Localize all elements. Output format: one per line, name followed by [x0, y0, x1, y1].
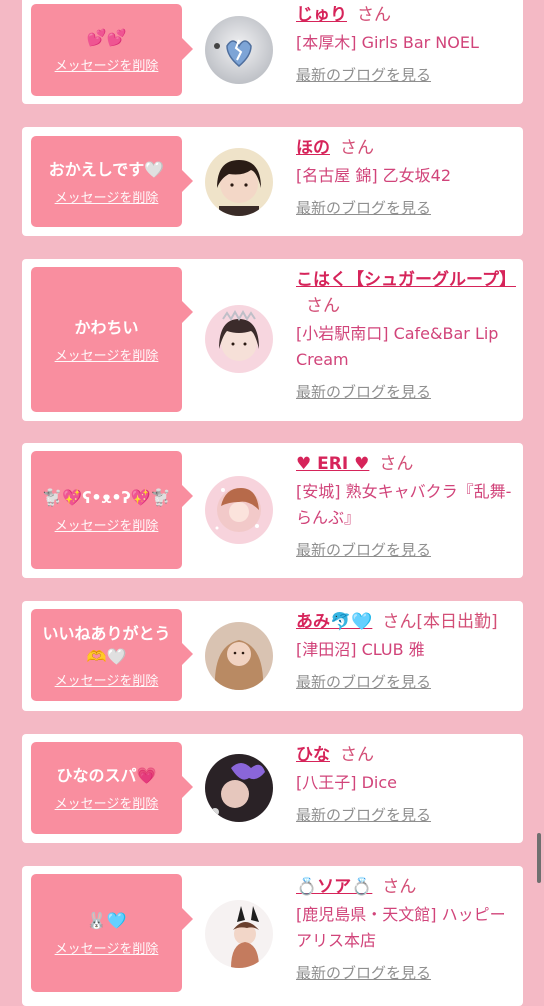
message-card: 💕💕 メッセージを削除 じゅり さん [本厚木] Girls Bar NOEL 最… [22, 0, 523, 104]
latest-blog-link[interactable]: 最新のブログを見る [296, 381, 431, 402]
cast-name-link[interactable]: ♥ ERI ♥ [296, 454, 369, 474]
latest-blog-link[interactable]: 最新のブログを見る [296, 962, 431, 983]
honorific: さん [306, 296, 340, 316]
message-card: 🐰🩵 メッセージを削除 💍ソア💍 さん [鹿児島県・天文館] ハッピーアリス本店 … [22, 866, 523, 1006]
cast-name-link[interactable]: ほの [296, 138, 330, 158]
message-text: 🐰🩵 [86, 911, 127, 930]
honorific: さん [340, 138, 374, 158]
avatar[interactable] [205, 148, 273, 216]
honorific: さん [382, 612, 417, 632]
honorific: さん [357, 5, 391, 25]
message-bubble: 💕💕 メッセージを削除 [31, 4, 193, 96]
message-card: 🐩💖ʕ•ᴥ•ʔ💖🐩 メッセージを削除 ♥ ERI ♥ さん [安城] 熟女キャバク… [22, 443, 523, 578]
cast-name-line: こはく【シュガーグループ】さん [296, 267, 518, 319]
message-text: おかえしです🤍 [48, 159, 165, 179]
avatar[interactable] [205, 16, 273, 84]
latest-blog-link[interactable]: 最新のブログを見る [296, 197, 431, 218]
received-messages-list: 💕💕 メッセージを削除 じゅり さん [本厚木] Girls Bar NOEL 最… [0, 0, 544, 1006]
delete-message-link[interactable]: メッセージを削除 [55, 345, 159, 364]
avatar[interactable] [205, 305, 273, 373]
message-bubble: ひなのスパ💗 メッセージを削除 [31, 742, 193, 834]
message-bubble: おかえしです🤍 メッセージを削除 [31, 136, 193, 227]
latest-blog-link[interactable]: 最新のブログを見る [296, 64, 431, 85]
cast-info: じゅり さん [本厚木] Girls Bar NOEL 最新のブログを見る [296, 2, 518, 85]
cast-info: 💍ソア💍 さん [鹿児島県・天文館] ハッピーアリス本店 最新のブログを見る [296, 874, 518, 983]
delete-message-link[interactable]: メッセージを削除 [55, 670, 159, 689]
message-bubble: 🐰🩵 メッセージを削除 [31, 874, 193, 992]
delete-message-link[interactable]: メッセージを削除 [55, 793, 159, 812]
shop-name: [本厚木] Girls Bar NOEL [296, 33, 479, 52]
delete-message-link[interactable]: メッセージを削除 [55, 55, 159, 74]
cast-name-line: ♥ ERI ♥ さん [296, 451, 518, 477]
message-card: おかえしです🤍 メッセージを削除 ほの さん [名古屋 錦] 乙女坂42 最新のブ… [22, 127, 523, 236]
cast-info: ♥ ERI ♥ さん [安城] 熟女キャバクラ『乱舞-らんぶ』 最新のブログを見る [296, 451, 518, 560]
shop-name: [小岩駅南口] Cafe&Bar Lip Cream [296, 324, 499, 369]
message-text: いいねありがとう🫶🤍 [42, 623, 171, 666]
delete-message-link[interactable]: メッセージを削除 [55, 515, 159, 534]
message-card: ひなのスパ💗 メッセージを削除 ひな さん [八王子] Dice 最新のブログを見… [22, 734, 523, 843]
cast-name-link[interactable]: ひな [296, 745, 330, 765]
avatar[interactable] [205, 900, 273, 968]
honorific: さん [382, 877, 417, 897]
delete-message-link[interactable]: メッセージを削除 [55, 938, 159, 957]
message-text: ひなのスパ💗 [56, 766, 157, 785]
message-text: 💕💕 [86, 28, 127, 47]
message-card: かわちい メッセージを削除 こはく【シュガーグループ】さん [小岩駅南口] Ca… [22, 259, 523, 421]
message-bubble: いいねありがとう🫶🤍 メッセージを削除 [31, 609, 193, 701]
message-bubble: 🐩💖ʕ•ᴥ•ʔ💖🐩 メッセージを削除 [31, 451, 193, 569]
message-card: いいねありがとう🫶🤍 メッセージを削除 あみ🐬🩵 さん[本日出勤] [津田沼] C… [22, 601, 523, 711]
cast-name-line: あみ🐬🩵 さん[本日出勤] [296, 609, 518, 635]
cast-name-line: ひな さん [296, 742, 518, 768]
cast-name-link[interactable]: じゅり [296, 5, 347, 25]
cast-name-link[interactable]: あみ🐬🩵 [296, 612, 372, 632]
cast-name-link[interactable]: 💍ソア💍 [296, 877, 372, 897]
delete-message-link[interactable]: メッセージを削除 [55, 187, 159, 206]
shop-name: [八王子] Dice [296, 773, 397, 792]
avatar[interactable] [205, 754, 273, 822]
cast-name-line: ほの さん [296, 135, 518, 161]
shop-name: [名古屋 錦] 乙女坂42 [296, 166, 452, 185]
cast-name-line: じゅり さん [296, 2, 518, 28]
cast-info: ひな さん [八王子] Dice 最新のブログを見る [296, 742, 518, 825]
latest-blog-link[interactable]: 最新のブログを見る [296, 671, 431, 692]
cast-name-link[interactable]: こはく【シュガーグループ】 [296, 270, 516, 290]
cast-name-line: 💍ソア💍 さん [296, 874, 518, 900]
cast-info: こはく【シュガーグループ】さん [小岩駅南口] Cafe&Bar Lip Cre… [296, 267, 518, 402]
honorific: さん [379, 454, 414, 474]
latest-blog-link[interactable]: 最新のブログを見る [296, 804, 431, 825]
message-text: かわちい [74, 317, 139, 337]
avatar[interactable] [205, 622, 273, 690]
scrollbar[interactable] [537, 833, 541, 883]
shop-name: [安城] 熟女キャバクラ『乱舞-らんぶ』 [296, 482, 512, 527]
cast-info: あみ🐬🩵 さん[本日出勤] [津田沼] CLUB 雅 最新のブログを見る [296, 609, 518, 692]
shop-name: [鹿児島県・天文館] ハッピーアリス本店 [296, 905, 506, 950]
cast-info: ほの さん [名古屋 錦] 乙女坂42 最新のブログを見る [296, 135, 518, 218]
message-text: 🐩💖ʕ•ᴥ•ʔ💖🐩 [42, 488, 171, 507]
message-bubble: かわちい メッセージを削除 [31, 267, 193, 412]
attendance-status: [本日出勤] [416, 612, 498, 632]
latest-blog-link[interactable]: 最新のブログを見る [296, 539, 431, 560]
avatar[interactable] [205, 476, 273, 544]
honorific: さん [340, 745, 374, 765]
shop-name: [津田沼] CLUB 雅 [296, 640, 425, 659]
